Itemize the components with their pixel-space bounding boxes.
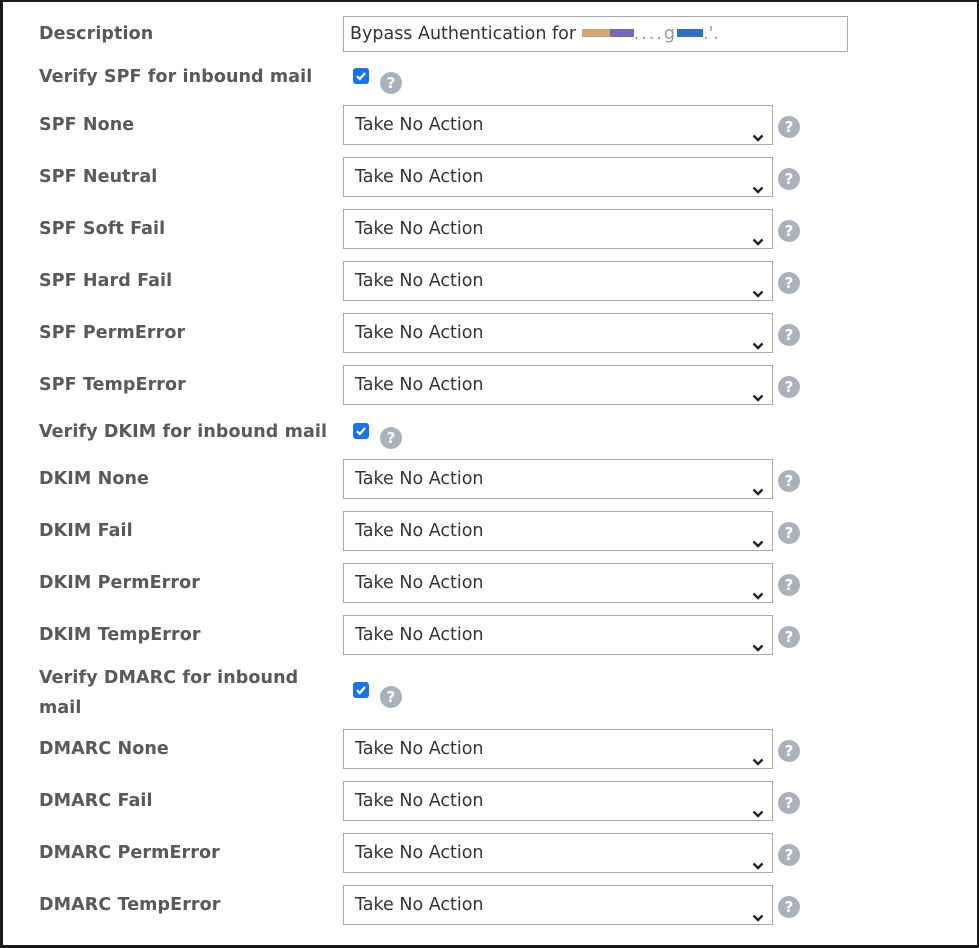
dmarc-permerror-select[interactable]: Take No Action [343,833,773,873]
verify-spf-label: Verify SPF for inbound mail [39,67,313,87]
question-circle-icon[interactable]: ? [778,896,800,918]
description-value: Bypass Authentication for [350,24,582,44]
spf-hard-fail-label: SPF Hard Fail [39,271,173,291]
selected-value: Take No Action [355,739,484,759]
question-circle-icon[interactable]: ? [778,740,800,762]
description-input[interactable]: Bypass Authentication for ....g .'. [343,16,848,52]
question-circle-icon[interactable]: ? [778,116,800,138]
question-circle-icon[interactable]: ? [778,168,800,190]
dmarc-none-select[interactable]: Take No Action [343,729,773,769]
spf-permerror-label: SPF PermError [39,323,186,343]
chevron-down-icon [752,847,764,870]
chevron-down-icon [752,525,764,548]
dkim-temperror-label: DKIM TempError [39,625,201,645]
question-circle-icon[interactable]: ? [778,574,800,596]
dmarc-fail-label: DMARC Fail [39,791,153,811]
question-circle-icon[interactable]: ? [778,522,800,544]
selected-value: Take No Action [355,375,484,395]
question-circle-icon[interactable]: ? [380,72,402,94]
dkim-permerror-label: DKIM PermError [39,573,200,593]
redacted-text-3 [677,29,704,37]
verify-spf-checkbox[interactable] [353,68,369,84]
spf-neutral-label: SPF Neutral [39,167,158,187]
question-circle-icon[interactable]: ? [380,686,402,708]
dmarc-temperror-label: DMARC TempError [39,895,221,915]
selected-value: Take No Action [355,271,484,291]
dkim-none-select[interactable]: Take No Action [343,459,773,499]
verify-dmarc-checkbox[interactable] [353,682,369,698]
spf-hard-fail-select[interactable]: Take No Action [343,261,773,301]
selected-value: Take No Action [355,469,484,489]
spf-temperror-label: SPF TempError [39,375,186,395]
dkim-fail-select[interactable]: Take No Action [343,511,773,551]
question-circle-icon[interactable]: ? [778,792,800,814]
selected-value: Take No Action [355,521,484,541]
spf-soft-fail-select[interactable]: Take No Action [343,209,773,249]
selected-value: Take No Action [355,219,484,239]
chevron-down-icon [752,629,764,652]
question-circle-icon[interactable]: ? [778,844,800,866]
question-circle-icon[interactable]: ? [778,272,800,294]
dkim-none-label: DKIM None [39,469,150,489]
selected-value: Take No Action [355,167,484,187]
description-label: Description [39,24,154,44]
spf-neutral-select[interactable]: Take No Action [343,157,773,197]
redacted-text-2 [609,29,634,37]
chevron-down-icon [752,379,764,402]
redacted-text-dots: ....g [633,24,678,44]
chevron-down-icon [752,327,764,350]
question-circle-icon[interactable]: ? [778,626,800,648]
dmarc-none-label: DMARC None [39,739,169,759]
verify-dmarc-label: Verify DMARC for inbound mail [39,668,299,718]
question-circle-icon[interactable]: ? [778,220,800,242]
selected-value: Take No Action [355,573,484,593]
selected-value: Take No Action [355,791,484,811]
spf-temperror-select[interactable]: Take No Action [343,365,773,405]
dmarc-permerror-label: DMARC PermError [39,843,220,863]
selected-value: Take No Action [355,115,484,135]
chevron-down-icon [752,473,764,496]
spf-none-select[interactable]: Take No Action [343,105,773,145]
chevron-down-icon [752,223,764,246]
selected-value: Take No Action [355,323,484,343]
chevron-down-icon [752,119,764,142]
question-circle-icon[interactable]: ? [778,324,800,346]
settings-form: Description Bypass Authentication for ..… [0,0,979,948]
question-circle-icon[interactable]: ? [380,427,402,449]
verify-dkim-label: Verify DKIM for inbound mail [39,422,328,442]
chevron-down-icon [752,743,764,766]
dkim-fail-label: DKIM Fail [39,521,133,541]
redacted-text-1 [581,29,610,37]
dkim-permerror-select[interactable]: Take No Action [343,563,773,603]
dmarc-temperror-select[interactable]: Take No Action [343,885,773,925]
selected-value: Take No Action [355,843,484,863]
chevron-down-icon [752,275,764,298]
selected-value: Take No Action [355,625,484,645]
dkim-temperror-select[interactable]: Take No Action [343,615,773,655]
chevron-down-icon [752,899,764,922]
question-circle-icon[interactable]: ? [778,470,800,492]
chevron-down-icon [752,795,764,818]
spf-permerror-select[interactable]: Take No Action [343,313,773,353]
spf-soft-fail-label: SPF Soft Fail [39,219,166,239]
question-circle-icon[interactable]: ? [778,376,800,398]
verify-dkim-checkbox[interactable] [353,423,369,439]
dmarc-fail-select[interactable]: Take No Action [343,781,773,821]
chevron-down-icon [752,171,764,194]
selected-value: Take No Action [355,895,484,915]
spf-none-label: SPF None [39,115,135,135]
redacted-text-tail: .'. [703,24,719,44]
chevron-down-icon [752,577,764,600]
